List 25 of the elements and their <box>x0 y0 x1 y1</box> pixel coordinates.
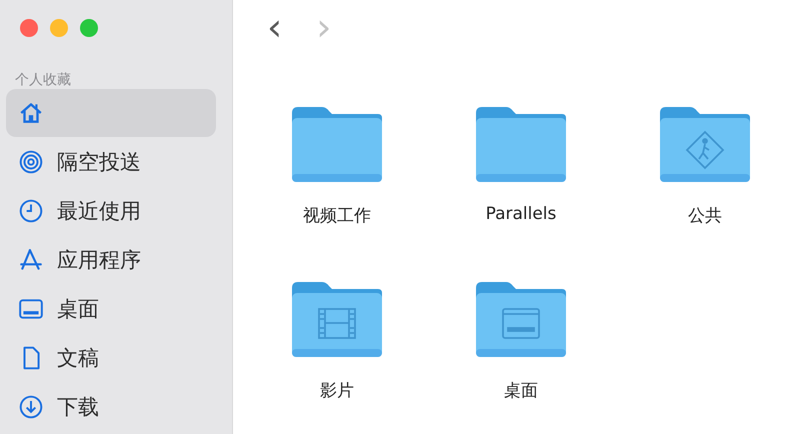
sidebar-item[interactable]: 桌面 <box>6 285 216 333</box>
window-control-button[interactable] <box>80 19 98 37</box>
app-store-icon <box>18 247 44 273</box>
folder-icon[interactable] <box>476 282 566 357</box>
folder-name: 影片 <box>320 380 354 402</box>
folder-name: 桌面 <box>504 380 538 402</box>
folder-icon[interactable] <box>660 107 750 182</box>
sidebar-item[interactable]: 最近使用 <box>6 187 216 235</box>
airdrop-icon <box>18 149 44 175</box>
clock-icon <box>18 198 44 224</box>
folder-name: Parallels <box>486 204 556 224</box>
sidebar-item[interactable]: 隔空投送 <box>6 138 216 186</box>
folder-icon[interactable] <box>476 107 566 182</box>
back-button[interactable]: ‹ <box>261 8 288 46</box>
download-icon <box>18 394 44 420</box>
folder-name: 公共 <box>688 205 722 227</box>
section-heading: 个人收藏 <box>15 71 72 89</box>
sidebar-item[interactable]: 下载 <box>6 383 216 431</box>
sidebar-item[interactable]: 应用程序 <box>6 236 216 284</box>
window-control-button[interactable] <box>20 19 38 37</box>
sidebar-item[interactable]: 文稿 <box>6 334 216 382</box>
folder-icon[interactable] <box>292 107 382 182</box>
home-icon <box>18 100 44 126</box>
folder-icon[interactable] <box>292 282 382 357</box>
folder-name: 视频工作 <box>303 205 371 227</box>
